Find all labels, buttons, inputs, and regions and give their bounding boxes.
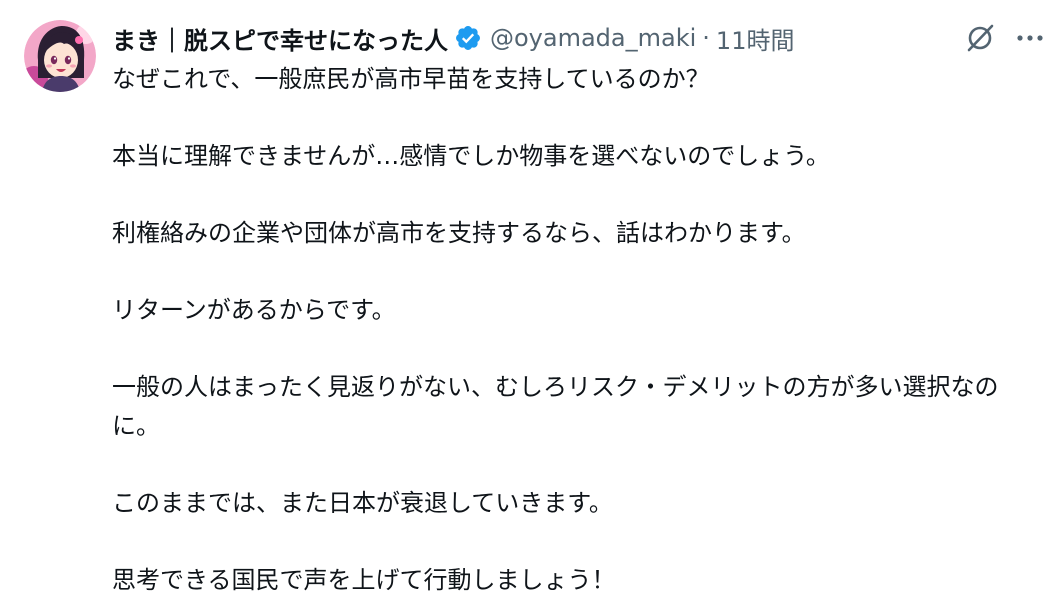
grok-button[interactable] [962, 20, 998, 56]
tweet-paragraph: このままでは、また日本が衰退していきます。 [112, 488, 613, 517]
tweet-paragraph: 利権絡みの企業や団体が高市を支持するなら、話はわかります。 [112, 219, 806, 247]
grok-icon [967, 24, 994, 52]
tweet-paragraph: リターンがあるからです。 [112, 296, 396, 324]
more-horizontal-icon [1017, 35, 1043, 41]
display-name[interactable]: まき｜脱スピで幸せになった人 [112, 21, 448, 56]
tweet: まき｜脱スピで幸せになった人 @oyamada_maki · 11時間 なぜこれ… [0, 0, 1059, 608]
verified-badge-icon [454, 24, 482, 52]
tweet-paragraph: なぜこれで、一般庶民が高市早苗を支持しているのか？ [112, 65, 710, 93]
tweet-text: なぜこれで、一般庶民が高市早苗を支持しているのか？ 本当に理解できませんが…感情… [112, 60, 1042, 599]
tweet-paragraph: 一般の人はまったく見返りがない、むしろリスク・デメリットの方が多い選択なのに。 [112, 373, 999, 440]
avatar[interactable] [24, 20, 96, 92]
tweet-header: まき｜脱スピで幸せになった人 @oyamada_maki · 11時間 [112, 18, 794, 58]
separator-dot: · [702, 24, 710, 52]
anime-girl-avatar-icon [24, 20, 96, 92]
more-options-button[interactable] [1010, 20, 1050, 56]
tweet-paragraph: 本当に理解できませんが…感情でしか物事を選べないのでしょう。 [112, 142, 830, 170]
timestamp[interactable]: 11時間 [716, 21, 795, 56]
tweet-paragraph: 思考できる国民で声を上げて行動しましょう！ [112, 565, 616, 594]
handle[interactable]: @oyamada_maki [490, 24, 696, 52]
